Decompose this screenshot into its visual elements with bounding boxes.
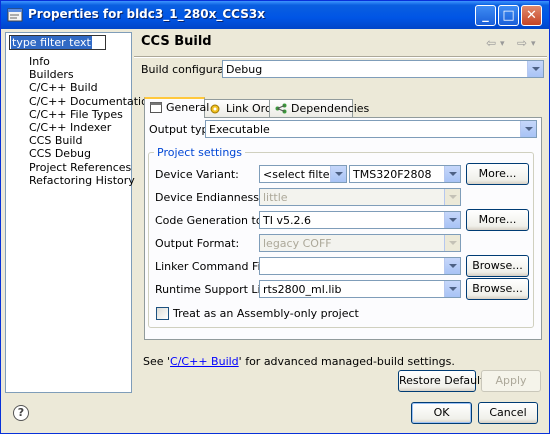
chevron-down-icon[interactable] xyxy=(527,61,543,77)
linker-browse-button[interactable]: Browse... xyxy=(466,255,529,277)
tab-general-label: General xyxy=(166,101,210,114)
window-title: Properties for bldc3_1_280x_CCS3x xyxy=(28,7,265,21)
build-configuration-value: Debug xyxy=(226,63,263,76)
header-separator xyxy=(134,56,547,58)
link-order-icon xyxy=(210,104,220,114)
device-endianness-select[interactable]: little xyxy=(259,188,461,206)
code-generation-tools-value: TI v5.2.6 xyxy=(263,214,311,227)
device-filter-select[interactable]: <select filter> xyxy=(259,165,347,183)
runtime-support-library-value: rts2800_ml.lib xyxy=(263,283,342,296)
page-header: CCS Build ⇦ ▾ ⇨ ▾ xyxy=(134,32,547,56)
project-settings-title: Project settings xyxy=(154,146,245,159)
chevron-down-icon[interactable] xyxy=(444,189,460,205)
code-generation-more-button[interactable]: More... xyxy=(466,209,529,231)
chevron-down-icon[interactable] xyxy=(444,281,460,297)
close-icon: ✕ xyxy=(526,8,537,23)
apply-button[interactable]: Apply xyxy=(481,370,541,392)
page-title: CCS Build xyxy=(141,34,212,49)
device-variant-label: Device Variant: xyxy=(155,168,239,181)
general-tab-icon xyxy=(150,102,162,113)
device-variant-value: TMS320F2808 xyxy=(353,168,432,181)
maximize-icon: □ xyxy=(502,8,515,23)
ok-button[interactable]: OK xyxy=(411,402,472,424)
device-endianness-label: Device Endianness: xyxy=(155,191,263,204)
help-icon[interactable]: ? xyxy=(13,405,29,421)
device-variant-select[interactable]: TMS320F2808 xyxy=(349,165,461,183)
forward-arrow-icon[interactable]: ⇨ xyxy=(517,36,527,50)
close-button[interactable]: ✕ xyxy=(521,5,542,26)
assembly-only-checkbox[interactable] xyxy=(156,307,169,320)
build-configuration-select[interactable]: Debug xyxy=(222,60,544,78)
back-arrow-icon[interactable]: ⇦ xyxy=(486,36,496,50)
tab-dependencies-label: Dependencies xyxy=(291,102,370,115)
filter-input[interactable]: type filter text xyxy=(9,35,106,50)
tab-link-order[interactable]: Link Order xyxy=(204,99,283,117)
filter-text: type filter text xyxy=(11,36,92,49)
see-note-suffix: ' for advanced managed-build settings. xyxy=(238,355,455,368)
see-managed-build-note: See 'C/C++ Build' for advanced managed-b… xyxy=(143,355,455,368)
chevron-down-icon[interactable] xyxy=(444,166,460,182)
output-format-label: Output Format: xyxy=(155,237,240,250)
property-page: CCS Build ⇦ ▾ ⇨ ▾ Build configuration: D… xyxy=(134,32,547,393)
chevron-down-icon[interactable] xyxy=(444,258,460,274)
chevron-down-icon[interactable] xyxy=(444,235,460,251)
app-icon xyxy=(7,8,23,22)
rts-browse-button[interactable]: Browse... xyxy=(466,278,529,300)
device-more-button[interactable]: More... xyxy=(466,163,529,185)
output-type-value: Executable xyxy=(209,123,270,136)
restore-defaults-button[interactable]: Restore Defaults xyxy=(398,370,490,392)
cc-build-link[interactable]: C/C++ Build xyxy=(170,355,239,368)
dependencies-icon xyxy=(275,103,287,114)
linker-command-file-select[interactable] xyxy=(259,257,461,275)
minimize-icon: _ xyxy=(482,8,489,23)
tab-general[interactable]: General xyxy=(144,97,209,118)
maximize-button[interactable]: □ xyxy=(498,5,519,26)
output-format-value: legacy COFF xyxy=(263,237,332,250)
chevron-down-icon[interactable] xyxy=(520,121,536,137)
forward-menu-icon[interactable]: ▾ xyxy=(531,39,536,49)
code-generation-tools-select[interactable]: TI v5.2.6 xyxy=(259,211,461,229)
linker-command-file-label: Linker Command File: xyxy=(155,260,275,273)
output-type-select[interactable]: Executable xyxy=(205,120,537,138)
back-menu-icon[interactable]: ▾ xyxy=(500,39,505,49)
assembly-only-label: Treat as an Assembly-only project xyxy=(173,307,359,320)
property-page-tree-panel: type filter text Info Builders C/C++ Bui… xyxy=(5,32,155,393)
chevron-down-icon[interactable] xyxy=(330,166,346,182)
output-format-select[interactable]: legacy COFF xyxy=(259,234,461,252)
device-endianness-value: little xyxy=(263,191,288,204)
cancel-button[interactable]: Cancel xyxy=(478,402,538,424)
see-note-prefix: See ' xyxy=(143,355,171,368)
chevron-down-icon[interactable] xyxy=(444,212,460,228)
runtime-support-library-select[interactable]: rts2800_ml.lib xyxy=(259,280,461,298)
title-bar[interactable]: Properties for bldc3_1_280x_CCS3x _ □ ✕ xyxy=(1,1,549,29)
minimize-button[interactable]: _ xyxy=(475,5,496,26)
tab-dependencies[interactable]: Dependencies xyxy=(269,99,369,117)
properties-dialog: Properties for bldc3_1_280x_CCS3x _ □ ✕ … xyxy=(0,0,550,434)
